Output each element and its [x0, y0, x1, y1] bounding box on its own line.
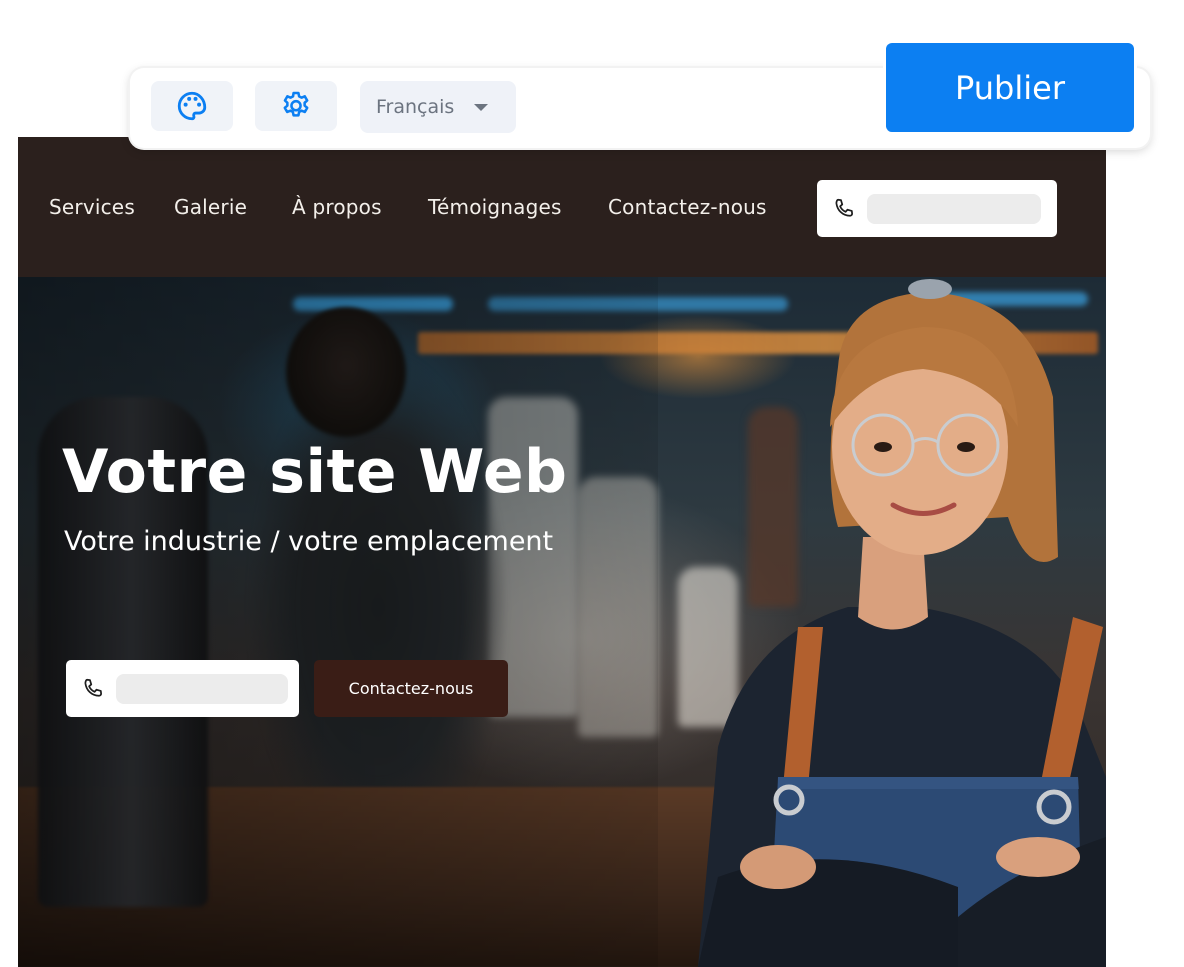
hero-subtitle: Votre industrie / votre emplacement — [64, 526, 554, 557]
contact-cta-button[interactable]: Contactez-nous — [314, 660, 508, 717]
palette-icon — [177, 91, 207, 121]
nav-link-contactez-nous[interactable]: Contactez-nous — [608, 195, 767, 219]
nav-link-a-propos[interactable]: À propos — [292, 195, 382, 219]
language-select[interactable]: Français — [360, 81, 516, 133]
hero-section: Votre site Web Votre industrie / votre e… — [18, 277, 1106, 967]
nav-link-galerie[interactable]: Galerie — [174, 195, 247, 219]
hero-person-image — [698, 279, 1106, 967]
caret-down-icon — [474, 103, 489, 111]
website-preview: Services Galerie À propos Témoignages Co… — [18, 137, 1106, 967]
nav-link-temoignages[interactable]: Témoignages — [428, 195, 562, 219]
language-select-value: Français — [376, 96, 455, 118]
settings-button[interactable] — [255, 81, 337, 131]
site-navbar: Services Galerie À propos Témoignages Co… — [18, 137, 1106, 277]
phone-icon — [84, 678, 102, 697]
phone-icon — [835, 198, 853, 217]
hero-text-overlay — [18, 277, 658, 967]
hero-title: Votre site Web — [62, 437, 568, 507]
nav-link-services[interactable]: Services — [49, 195, 135, 219]
phone-number-placeholder — [867, 193, 1041, 224]
theme-button[interactable] — [151, 81, 233, 131]
phone-number-placeholder — [116, 673, 288, 704]
gear-icon — [283, 91, 309, 117]
publish-button[interactable]: Publier — [886, 43, 1134, 132]
nav-phone-field[interactable] — [817, 180, 1057, 237]
hero-phone-field[interactable] — [66, 660, 299, 717]
